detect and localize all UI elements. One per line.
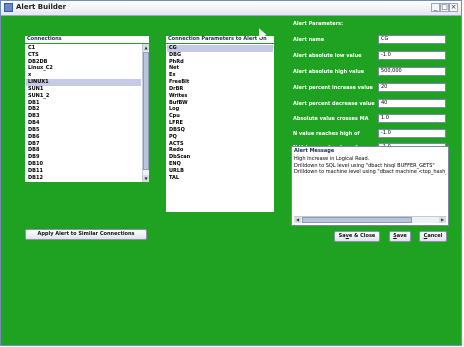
connection-list-item[interactable]: DB4 xyxy=(26,120,141,127)
parameter-list-item[interactable]: ENQ xyxy=(167,161,273,168)
connections-header: Connections xyxy=(25,36,149,43)
cancel-label-post: ancel xyxy=(427,233,443,239)
save-close-label-post: e & Close xyxy=(348,233,376,239)
connections-list[interactable]: C1 CTS DB2DB Linux_C2 x LINUX1 SUN1 SUN1_2 DB1 DB… xyxy=(25,44,142,182)
connection-list-item[interactable]: C1 xyxy=(26,45,141,52)
parameter-list-item[interactable]: URLB xyxy=(167,168,273,175)
connection-list-item[interactable]: x xyxy=(26,72,141,79)
parameter-list-item[interactable]: Writes xyxy=(167,93,273,100)
field-input[interactable]: 500,000 xyxy=(378,67,446,76)
parameter-list-item[interactable]: DbScan xyxy=(167,154,273,161)
parameter-list-item[interactable]: LFRE xyxy=(167,120,273,127)
field-label: Alert absolute high value xyxy=(293,69,365,75)
alert-parameters-header: Alert Parameters: xyxy=(293,21,344,27)
save-label-post: ave xyxy=(396,233,407,239)
connection-list-item[interactable]: DB7 xyxy=(26,141,141,148)
connection-list-item[interactable]: DB9 xyxy=(26,154,141,161)
field-label: Alert name xyxy=(293,37,325,43)
field-input[interactable]: 40 xyxy=(378,99,446,108)
alert-message-text[interactable]: High Increase in Logical Read. Drilldown… xyxy=(294,156,446,176)
close-button[interactable]: × xyxy=(449,3,458,12)
alert-message-title: Alert Message xyxy=(294,148,335,154)
connection-list-item[interactable]: Linux_C2 xyxy=(26,65,141,72)
connection-list-item[interactable]: DB10 xyxy=(26,161,141,168)
field-input[interactable]: -1.0 xyxy=(378,129,446,138)
save-close-button[interactable]: Save & Close xyxy=(334,231,380,242)
scroll-right-icon[interactable]: ▶ xyxy=(439,217,446,223)
field-input[interactable]: 1.0 xyxy=(378,114,446,123)
parameter-list-item[interactable]: DBSQ xyxy=(167,127,273,134)
parameter-list-item[interactable]: CG xyxy=(167,45,273,52)
scroll-left-icon[interactable]: ◀ xyxy=(294,217,301,223)
connection-list-item[interactable]: DB1 xyxy=(26,100,141,107)
parameter-list-item[interactable]: PQ xyxy=(167,134,273,141)
connection-list-item[interactable]: DB3 xyxy=(26,113,141,120)
connection-list-item[interactable]: DB12 xyxy=(26,175,141,181)
field-label: Alert percent decrease value xyxy=(293,101,375,107)
connection-list-item[interactable]: CTS xyxy=(26,52,141,59)
parameter-list-item[interactable]: Ex xyxy=(167,72,273,79)
connection-list-item[interactable]: DB8 xyxy=(26,147,141,154)
connection-list-item[interactable]: DB5 xyxy=(26,127,141,134)
connection-list-item[interactable]: DB2 xyxy=(26,106,141,113)
field-input[interactable]: -1.0 xyxy=(378,51,446,60)
apply-similar-button[interactable]: Apply Alert to Similar Connections xyxy=(25,229,147,240)
window-title: Alert Builder xyxy=(16,3,67,11)
field-label: N value reaches high of xyxy=(293,131,360,137)
alert-message-box[interactable]: Alert Message High Increase in Logical R… xyxy=(291,146,449,226)
parameter-list-item[interactable]: Cpu xyxy=(167,113,273,120)
connection-list-item[interactable]: DB2DB xyxy=(26,59,141,66)
connection-list-item[interactable]: DB6 xyxy=(26,134,141,141)
parameter-list-item[interactable]: Redo xyxy=(167,147,273,154)
parameter-list-item[interactable]: DrBR xyxy=(167,86,273,93)
parameter-list-item[interactable]: ACTS xyxy=(167,141,273,148)
field-label: Absolute value crosses MA xyxy=(293,116,369,122)
parameter-list-item[interactable]: FreeBlt xyxy=(167,79,273,86)
field-input[interactable]: 20 xyxy=(378,83,446,92)
save-close-label-pre: Sa xyxy=(338,233,346,239)
connection-list-item[interactable]: LINUX1 xyxy=(26,79,141,86)
alert-builder-window: Alert Builder _ □ × Connections C1 CTS DB2… xyxy=(0,0,462,346)
connection-list-item[interactable]: SUN1_2 xyxy=(26,93,141,100)
maximize-button[interactable]: □ xyxy=(440,3,449,12)
parameter-list-item[interactable]: BufBW xyxy=(167,100,273,107)
field-label: Alert absolute low value xyxy=(293,53,362,59)
scroll-up-icon[interactable]: ▲ xyxy=(143,44,149,51)
cancel-button[interactable]: Cancel xyxy=(419,231,447,242)
alert-message-scroll-thumb[interactable] xyxy=(302,217,412,223)
connections-scroll-thumb[interactable] xyxy=(143,52,149,170)
connection-list-item[interactable]: SUN1 xyxy=(26,86,141,93)
parameter-list-item[interactable]: DBG xyxy=(167,52,273,59)
app-icon xyxy=(4,3,13,12)
save-button[interactable]: Save xyxy=(389,231,411,242)
parameters-list[interactable]: CG DBG PhRd Net Ex FreeBlt DrBR Writes BufBW Log C… xyxy=(166,44,274,212)
connections-scrollbar[interactable]: ▲ ▼ xyxy=(142,44,149,182)
parameter-list-item[interactable]: Log xyxy=(167,106,273,113)
field-input[interactable]: CG xyxy=(378,35,446,44)
minimize-button[interactable]: _ xyxy=(431,3,440,12)
connection-list-item[interactable]: DB11 xyxy=(26,168,141,175)
field-label: Alert percent increase value xyxy=(293,85,373,91)
parameter-list-item[interactable]: Net xyxy=(167,65,273,72)
title-bar[interactable]: Alert Builder _ □ × xyxy=(1,1,461,16)
parameter-list-item[interactable]: PhRd xyxy=(167,59,273,66)
scroll-down-icon[interactable]: ▼ xyxy=(143,175,149,182)
alert-message-hscrollbar[interactable]: ◀ ▶ xyxy=(294,216,446,223)
parameter-list-item[interactable]: TAL xyxy=(167,175,273,182)
